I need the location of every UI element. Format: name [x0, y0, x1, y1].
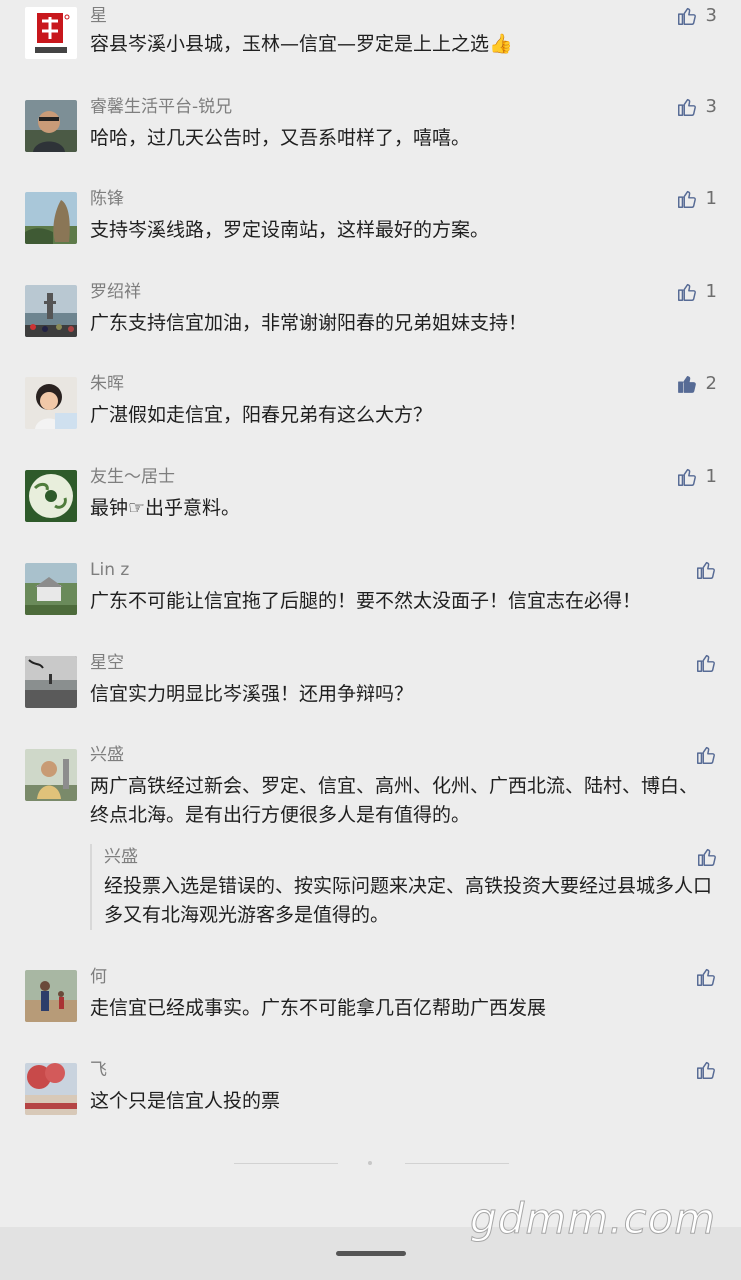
thumbs-up-icon — [697, 1061, 715, 1079]
comment-text: 广湛假如走信宜，阳春兄弟有这么大方？ — [90, 404, 433, 426]
like-button[interactable]: 1 — [676, 186, 717, 212]
like-button[interactable]: 3 — [676, 94, 717, 120]
thumbs-up-icon — [677, 190, 696, 208]
like-button[interactable]: 2 — [676, 371, 717, 397]
avatar[interactable] — [25, 100, 77, 152]
comment-author[interactable]: 星空 — [90, 650, 124, 676]
avatar[interactable] — [25, 970, 77, 1022]
comment-author[interactable]: 飞 — [90, 1057, 107, 1083]
avatar[interactable] — [25, 7, 77, 59]
comment-author[interactable]: 何 — [90, 964, 107, 990]
like-button[interactable]: 1 — [676, 279, 717, 305]
thumbs-up-icon — [697, 968, 715, 986]
thumbs-up-icon — [677, 7, 696, 25]
end-divider-left — [234, 1163, 338, 1164]
like-count: 3 — [705, 96, 717, 117]
like-button[interactable] — [695, 742, 717, 768]
reply-text: 经投票入选是错误的、按实际问题来决定、高铁投资大要经过县城多人口多又有北海观光游… — [104, 875, 713, 926]
like-button[interactable] — [695, 964, 717, 990]
comment-author[interactable]: 朱晖 — [90, 371, 124, 397]
avatar[interactable] — [25, 563, 77, 615]
avatar[interactable] — [25, 749, 77, 801]
avatar[interactable] — [25, 656, 77, 708]
thumbs-up-icon — [677, 468, 696, 486]
reply-author[interactable]: 兴盛 — [104, 844, 138, 870]
thumbs-up-icon — [677, 98, 696, 116]
reply-like-button[interactable] — [696, 844, 718, 870]
like-count: 1 — [705, 188, 717, 209]
comment-text: 信宜实力明显比岑溪强！还用争辩吗？ — [90, 683, 414, 705]
avatar[interactable] — [25, 377, 77, 429]
like-button[interactable] — [695, 557, 717, 583]
comment-text: 广东支持信宜加油，非常谢谢阳春的兄弟姐妹支持！ — [90, 312, 528, 334]
comment-author[interactable]: 罗绍祥 — [90, 279, 141, 305]
thumbs-up-filled-icon — [677, 376, 696, 393]
comment-text: 支持岑溪线路，罗定设南站，这样最好的方案。 — [90, 219, 490, 241]
avatar[interactable] — [25, 285, 77, 337]
like-count: 2 — [705, 373, 717, 394]
end-dot — [368, 1161, 372, 1165]
comment-text: 容县岑溪小县城，玉林—信宜—罗定是上上之选👍 — [90, 33, 513, 55]
like-count: 3 — [705, 5, 717, 26]
avatar[interactable] — [25, 192, 77, 244]
comment-text: 这个只是信宜人投的票 — [90, 1090, 281, 1112]
comment-text: 走信宜已经成事实。广东不可能拿几百亿帮助广西发展 — [90, 997, 547, 1019]
thumbs-up-icon — [697, 561, 715, 579]
comment-text: 最钟☞出乎意料。 — [90, 497, 241, 519]
like-count: 1 — [705, 466, 717, 487]
comment-author[interactable]: 星 — [90, 3, 107, 29]
avatar[interactable] — [25, 1063, 77, 1115]
comment-text: 广东不可能让信宜拖了后腿的！要不然太没面子！信宜志在必得！ — [90, 590, 642, 612]
home-indicator[interactable] — [336, 1251, 406, 1256]
like-button[interactable]: 3 — [676, 3, 717, 29]
like-count: 1 — [705, 281, 717, 302]
like-button[interactable] — [695, 650, 717, 676]
reply-item: 兴盛 经投票入选是错误的、按实际问题来决定、高铁投资大要经过县城多人口多又有北海… — [90, 844, 718, 930]
watermark: gdmm.com — [469, 1194, 717, 1244]
comment-text: 两广高铁经过新会、罗定、信宜、高州、化州、广西北流、陆村、博白、终点北海。是有出… — [90, 775, 699, 826]
comment-author[interactable]: 友生～居士 — [90, 464, 175, 490]
end-divider-right — [405, 1163, 509, 1164]
like-button[interactable]: 1 — [676, 464, 717, 490]
comment-author[interactable]: 睿馨生活平台-锐兄 — [90, 94, 232, 120]
comment-author[interactable]: 陈锋 — [90, 186, 124, 212]
avatar[interactable] — [25, 470, 77, 522]
thumbs-up-icon — [698, 848, 716, 866]
comment-author[interactable]: Lin z — [90, 557, 129, 583]
thumbs-up-icon — [697, 654, 715, 672]
like-button[interactable] — [695, 1057, 717, 1083]
comment-author[interactable]: 兴盛 — [90, 742, 124, 768]
comment-text: 哈哈，过几天公告时，又吾系咁样了，嘻嘻。 — [90, 127, 471, 149]
thumbs-up-icon — [677, 283, 696, 301]
thumbs-up-icon — [697, 746, 715, 764]
